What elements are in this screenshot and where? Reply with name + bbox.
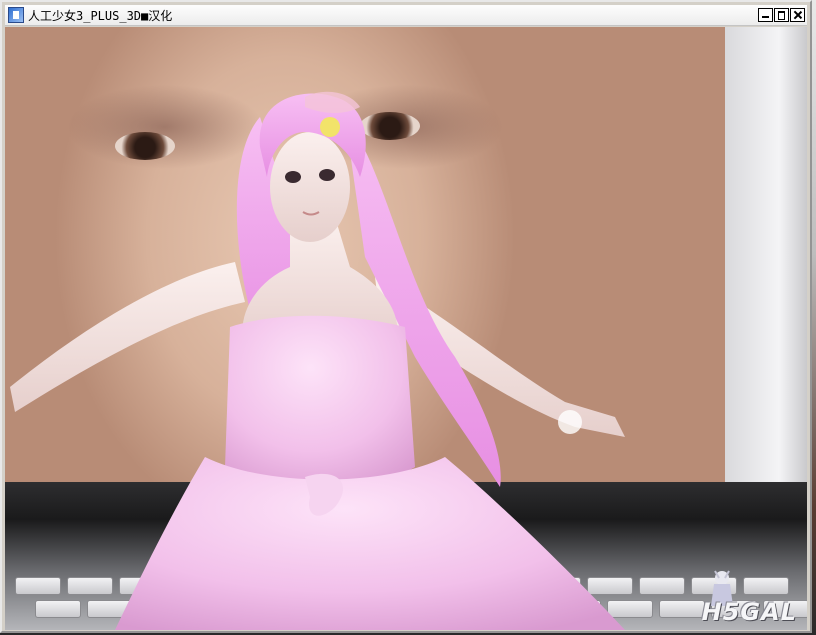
hair-flower [320, 117, 340, 137]
close-icon[interactable] [790, 8, 805, 22]
face [270, 132, 350, 242]
eye-left [285, 171, 301, 183]
hair-veil [305, 91, 360, 113]
maximize-icon[interactable] [774, 8, 789, 22]
eye-right [319, 169, 335, 181]
window-controls [758, 8, 805, 22]
desktop-edge [812, 0, 816, 635]
character-model[interactable] [5, 27, 807, 630]
bracelet [558, 410, 582, 434]
game-viewport[interactable]: H5GAL [5, 27, 807, 630]
app-icon[interactable] [8, 7, 24, 23]
title-bar[interactable]: 人工少女3_PLUS_3D■汉化 [5, 5, 807, 26]
minimize-icon[interactable] [758, 8, 773, 22]
game-window: 人工少女3_PLUS_3D■汉化 H5GAL [0, 0, 812, 633]
left-arm [10, 262, 245, 412]
dress-skirt [115, 457, 625, 630]
window-title: 人工少女3_PLUS_3D■汉化 [28, 8, 173, 23]
watermark-logo: H5GAL [701, 598, 797, 626]
dress-bodice [225, 315, 415, 490]
